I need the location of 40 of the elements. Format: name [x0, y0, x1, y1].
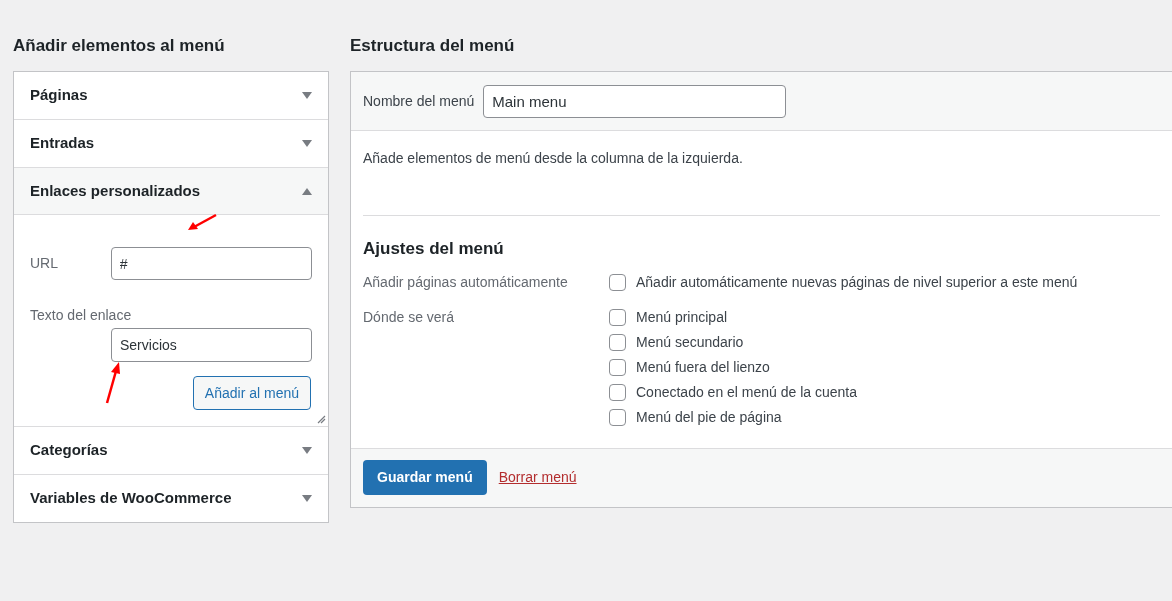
- url-input[interactable]: #: [110, 247, 312, 280]
- annotation-arrow-icon: [186, 213, 218, 233]
- checkbox[interactable]: [609, 273, 626, 291]
- add-to-menu-button[interactable]: Añadir al menú: [192, 376, 311, 410]
- field-label: Texto del enlace: [30, 306, 133, 325]
- field-label: URL: [30, 254, 59, 273]
- panel-heading: Añadir elementos al menú: [13, 35, 226, 57]
- checkbox[interactable]: [609, 408, 626, 426]
- panel-heading: Estructura del menú: [350, 35, 516, 57]
- delete-menu-link[interactable]: Borrar menú: [498, 467, 577, 488]
- section-title: Páginas: [30, 85, 88, 106]
- setting-label: Añadir páginas automáticamente: [363, 272, 569, 292]
- expand-triangle-icon[interactable]: [302, 495, 312, 502]
- section-title: Entradas: [30, 133, 95, 154]
- menu-name-input[interactable]: Main menu: [483, 84, 787, 118]
- collapse-triangle-icon[interactable]: [302, 187, 312, 195]
- checkbox-label: Añadir automáticamente nuevas páginas de nivel superior a este menú: [636, 272, 1078, 292]
- checkbox-label: Menú secundario: [636, 332, 744, 352]
- section-title: Enlaces personalizados: [30, 180, 201, 201]
- section-title: Variables de WooCommerce: [30, 488, 232, 509]
- instructions-text: Añade elementos de menú desde la columna de la izquierda.: [363, 131, 1160, 216]
- expand-triangle-icon[interactable]: [302, 140, 312, 147]
- checkbox-label: Menú fuera del lienzo: [636, 357, 770, 377]
- checkbox[interactable]: [609, 308, 626, 326]
- checkbox-label: Menú del pie de página: [636, 407, 782, 427]
- checkbox-label: Conectado en el menú de la cuenta: [636, 382, 858, 402]
- save-menu-button[interactable]: Guardar menú: [363, 460, 487, 495]
- link-text-input[interactable]: Servicios: [111, 328, 312, 362]
- checkbox[interactable]: [609, 333, 626, 351]
- setting-label: Dónde se verá: [363, 307, 456, 327]
- checkbox[interactable]: [609, 383, 626, 401]
- accordion-header[interactable]: Enlaces personalizados: [14, 168, 328, 215]
- section-title: Categorías: [30, 440, 108, 461]
- checkbox-label: Menú principal: [636, 307, 728, 327]
- settings-heading: Ajustes del menú: [363, 238, 505, 260]
- resize-handle-icon[interactable]: [316, 414, 326, 424]
- expand-triangle-icon[interactable]: [302, 447, 312, 454]
- field-label: Nombre del menú: [363, 91, 475, 111]
- expand-triangle-icon[interactable]: [302, 92, 312, 99]
- checkbox[interactable]: [609, 358, 626, 376]
